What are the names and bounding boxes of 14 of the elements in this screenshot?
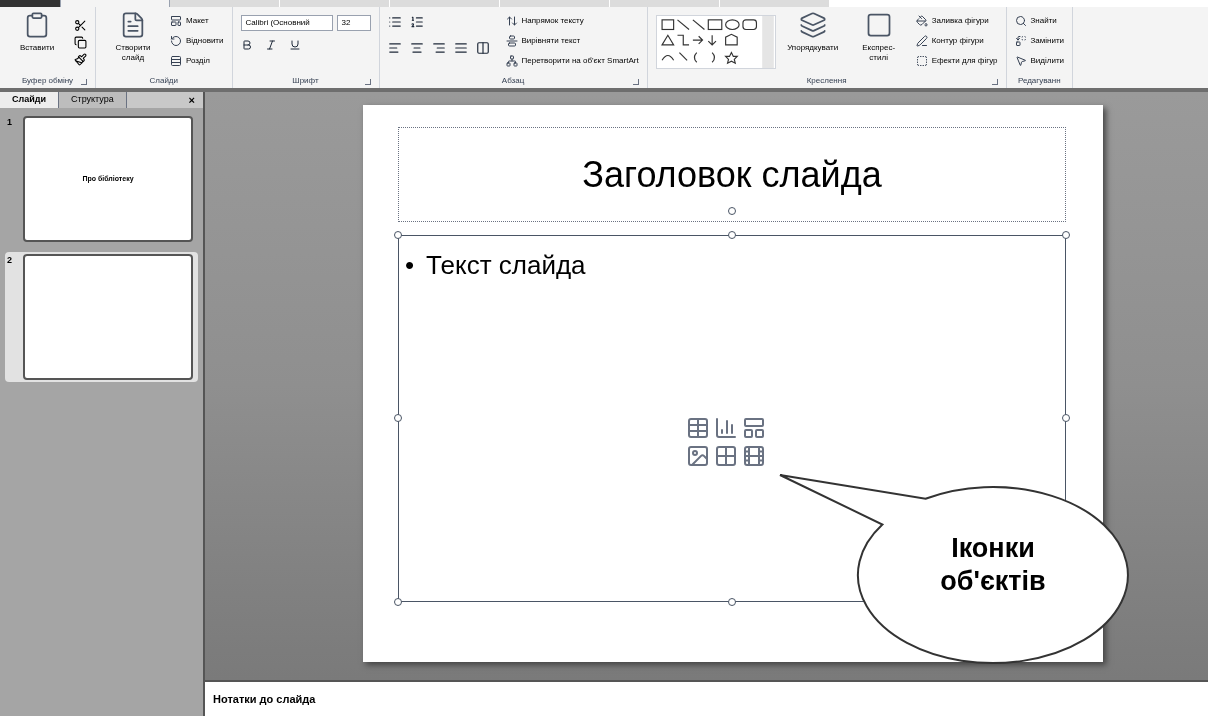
notes-placeholder: Нотатки до слайда [213, 691, 316, 707]
group-label: Слайди [149, 75, 178, 87]
bullet: • [405, 249, 415, 282]
slide-number: 2 [7, 254, 13, 267]
slide-title: Заголовок слайда [582, 152, 882, 197]
group-label: Редагуванн [1017, 75, 1061, 87]
group-label: Шрифт [292, 75, 319, 87]
callout-text: Іконки [951, 532, 1035, 565]
group-label: Креслення [806, 75, 847, 87]
slide-body-text: Текст слайда [426, 249, 586, 282]
group-label: Буфер обміну [21, 75, 74, 87]
slide-number: 1 [7, 116, 13, 129]
group-label: Абзац [501, 75, 525, 87]
callout-text: об'єктів [940, 565, 1046, 598]
